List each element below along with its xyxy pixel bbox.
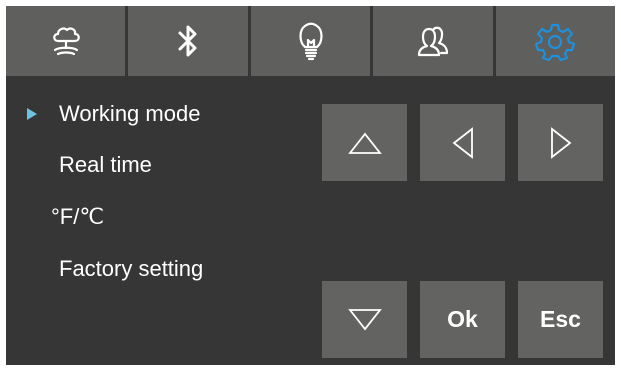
settings-menu: Working mode Real time °F/℃ Factory sett… <box>6 76 316 365</box>
esc-button[interactable]: Esc <box>518 281 603 358</box>
users-icon <box>411 21 455 61</box>
cloud-tree-icon <box>46 21 86 61</box>
menu-item-label: °F/℃ <box>51 204 105 229</box>
tab-lighting[interactable] <box>250 6 371 76</box>
right-button[interactable] <box>518 104 603 181</box>
lightbulb-icon <box>295 20 327 62</box>
triangle-down-icon <box>347 308 382 332</box>
tab-climate[interactable] <box>6 6 126 76</box>
menu-item-temperature-unit[interactable]: °F/℃ <box>6 197 306 237</box>
tab-users[interactable] <box>373 6 493 76</box>
menu-item-label: Working mode <box>59 101 201 126</box>
tab-bluetooth[interactable] <box>128 6 248 76</box>
left-button[interactable] <box>420 104 505 181</box>
menu-item-label: Real time <box>59 152 152 177</box>
menu-item-factory-setting[interactable]: Factory setting <box>6 249 306 289</box>
up-button[interactable] <box>322 104 407 181</box>
selection-marker-icon <box>26 107 40 121</box>
triangle-up-icon <box>347 131 382 155</box>
tab-bar <box>6 6 615 76</box>
menu-item-label: Factory setting <box>59 256 204 281</box>
menu-item-real-time[interactable]: Real time <box>6 145 306 185</box>
triangle-right-icon <box>549 126 573 159</box>
menu-item-working-mode[interactable]: Working mode <box>6 94 306 134</box>
ok-button[interactable]: Ok <box>420 281 505 358</box>
gear-icon <box>535 21 576 61</box>
settings-screen: Working mode Real time °F/℃ Factory sett… <box>6 6 615 365</box>
triangle-left-icon <box>451 126 475 159</box>
bluetooth-icon <box>173 21 203 61</box>
down-button[interactable] <box>322 281 407 358</box>
tab-settings[interactable] <box>495 6 615 76</box>
